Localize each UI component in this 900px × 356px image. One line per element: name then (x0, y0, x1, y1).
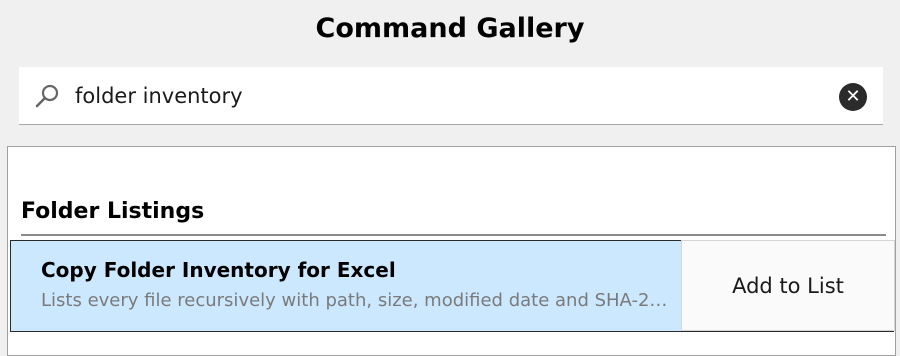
search-box[interactable]: ✕ (19, 67, 883, 125)
search-icon (35, 84, 61, 108)
list-item[interactable]: Copy Folder Inventory for Excel Lists ev… (10, 240, 895, 332)
item-title: Copy Folder Inventory for Excel (41, 258, 396, 282)
window-title: Command Gallery (315, 12, 585, 44)
section-header: Folder Listings (21, 199, 205, 224)
add-to-list-button[interactable]: Add to List (681, 240, 895, 331)
search-input[interactable] (75, 79, 815, 113)
clear-search-icon[interactable]: ✕ (839, 83, 867, 111)
item-description: Lists every file recursively with path, … (41, 290, 669, 311)
section-divider (21, 234, 886, 236)
results-panel: Folder Listings Copy Folder Inventory fo… (7, 146, 896, 356)
